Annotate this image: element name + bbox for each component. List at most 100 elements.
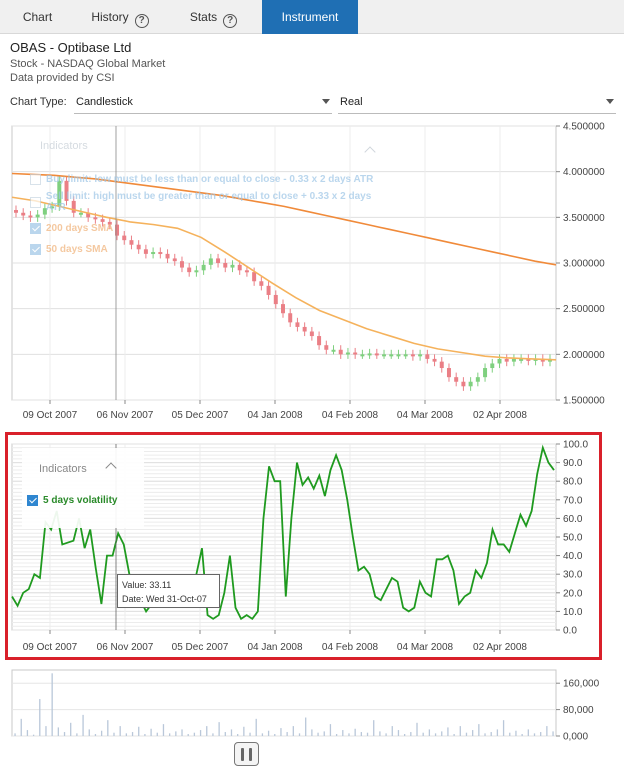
volume-bar — [540, 732, 542, 736]
volume-bar — [428, 729, 431, 736]
volume-bar — [138, 726, 140, 736]
x-tick-label: 02 Apr 2008 — [473, 410, 527, 421]
candle — [439, 361, 444, 369]
indicator-volatility[interactable]: 5 days volatility — [27, 495, 144, 506]
volume-bar — [447, 727, 449, 736]
y-tick-label: 3.500000 — [563, 213, 605, 224]
indicator-sma200[interactable]: 200 days SMA — [30, 223, 390, 234]
candle — [410, 354, 415, 357]
checkbox-checked-icon[interactable] — [30, 244, 41, 255]
volume-bar — [502, 720, 505, 736]
y-tick-label: 2.000000 — [563, 350, 605, 361]
volume-bar — [298, 733, 301, 736]
tab-history-label: History — [91, 10, 129, 24]
candle — [345, 352, 350, 355]
y-tick-label: 100.0 — [563, 440, 588, 451]
volume-bar — [100, 730, 103, 736]
x-tick-label: 06 Nov 2007 — [97, 410, 154, 421]
x-tick-label: 09 Oct 2007 — [23, 642, 78, 653]
tab-instrument-label: Instrument — [281, 10, 339, 24]
tab-history[interactable]: History? — [75, 0, 165, 34]
volume-bar — [218, 722, 220, 736]
price-mode-select[interactable]: Real — [338, 90, 616, 114]
tooltip-value: Value: 33.11 — [122, 580, 172, 590]
x-tick-label: 04 Jan 2008 — [247, 642, 302, 653]
volume-bar — [249, 732, 251, 736]
x-tick-label: 04 Jan 2008 — [247, 410, 302, 421]
tooltip-date: Date: Wed 31-Oct-07 — [122, 594, 207, 604]
volume-bar — [32, 734, 35, 736]
price-indicators-panel: Indicators Buy limit: low must be less t… — [30, 140, 390, 255]
tab-chart[interactable]: Chart — [0, 0, 75, 34]
volume-bar — [261, 733, 264, 736]
volume-bar — [360, 732, 362, 736]
candle — [324, 345, 329, 350]
volume-bar — [267, 730, 270, 736]
volume-bar — [187, 734, 189, 736]
volume-bar — [70, 722, 72, 736]
volume-bar — [144, 734, 146, 736]
indicator-buy-limit[interactable]: Buy limit: low must be less than or equa… — [30, 174, 390, 185]
volume-bar — [206, 726, 208, 736]
help-icon[interactable]: ? — [134, 14, 149, 28]
indicator-sell-limit[interactable]: Sell limit: high must be greater than or… — [30, 191, 390, 213]
price-indicators-header[interactable]: Indicators — [40, 140, 390, 152]
x-tick-label: 05 Dec 2007 — [172, 410, 229, 421]
volume-chart[interactable]: 160,000 80,000 0,000 — [0, 666, 624, 742]
y-tick-label: 40.0 — [563, 551, 583, 562]
instrument-market: Stock - NASDAQ Global Market — [10, 58, 166, 70]
checkbox-checked-icon[interactable] — [30, 223, 41, 234]
volume-bar — [472, 730, 474, 736]
y-tick-label: 90.0 — [563, 458, 583, 469]
y-tick-label: 50.0 — [563, 533, 583, 544]
candle — [418, 354, 423, 357]
volume-bar — [45, 726, 47, 736]
volume-bar — [317, 732, 319, 736]
range-scroll-handle[interactable] — [234, 742, 259, 766]
volume-bar — [107, 720, 109, 736]
volume-bar — [527, 729, 529, 736]
chart-type-select[interactable]: Candlestick — [74, 90, 332, 114]
volume-bar — [521, 734, 523, 736]
help-icon[interactable]: ? — [223, 14, 238, 28]
x-tick-label: 04 Mar 2008 — [397, 642, 454, 653]
candle — [483, 368, 488, 378]
candle — [353, 352, 358, 355]
indicator-label: 5 days volatility — [43, 495, 118, 506]
volume-bar — [305, 717, 307, 736]
volume-bar — [533, 733, 536, 736]
y-tick-label: 2.500000 — [563, 304, 605, 315]
volume-bar — [484, 733, 486, 736]
tab-stats[interactable]: Stats? — [165, 0, 262, 34]
volume-bar — [243, 726, 245, 736]
y-tick-label: 4.500000 — [563, 122, 605, 133]
volume-bar — [478, 724, 480, 736]
indicator-sma50[interactable]: 50 days SMA — [30, 244, 390, 255]
candle — [389, 354, 394, 357]
vol-indicators-header[interactable]: Indicators — [39, 463, 144, 475]
volume-bar — [323, 731, 325, 736]
volume-bar — [193, 732, 196, 736]
chevron-down-icon — [606, 99, 614, 104]
volume-bar — [51, 673, 53, 736]
candle — [367, 353, 372, 356]
volume-bar — [26, 730, 29, 736]
candle — [288, 313, 293, 323]
y-tick-label: 80.0 — [563, 477, 583, 488]
checkbox-checked-icon[interactable] — [27, 495, 38, 506]
volume-bar — [131, 732, 134, 736]
volume-bar — [14, 733, 16, 736]
candle — [21, 212, 26, 216]
volume-bar — [354, 728, 356, 736]
checkbox[interactable] — [30, 174, 41, 185]
chart-type-value: Candlestick — [76, 96, 133, 108]
tab-instrument[interactable]: Instrument — [262, 0, 358, 34]
volume-bar — [490, 732, 492, 736]
candle — [237, 264, 242, 271]
volume-bar — [496, 729, 499, 736]
candle — [396, 354, 401, 357]
x-tick-label: 09 Oct 2007 — [23, 410, 78, 421]
candle — [223, 263, 228, 268]
checkbox[interactable] — [30, 196, 41, 208]
volume-bar — [379, 731, 381, 736]
